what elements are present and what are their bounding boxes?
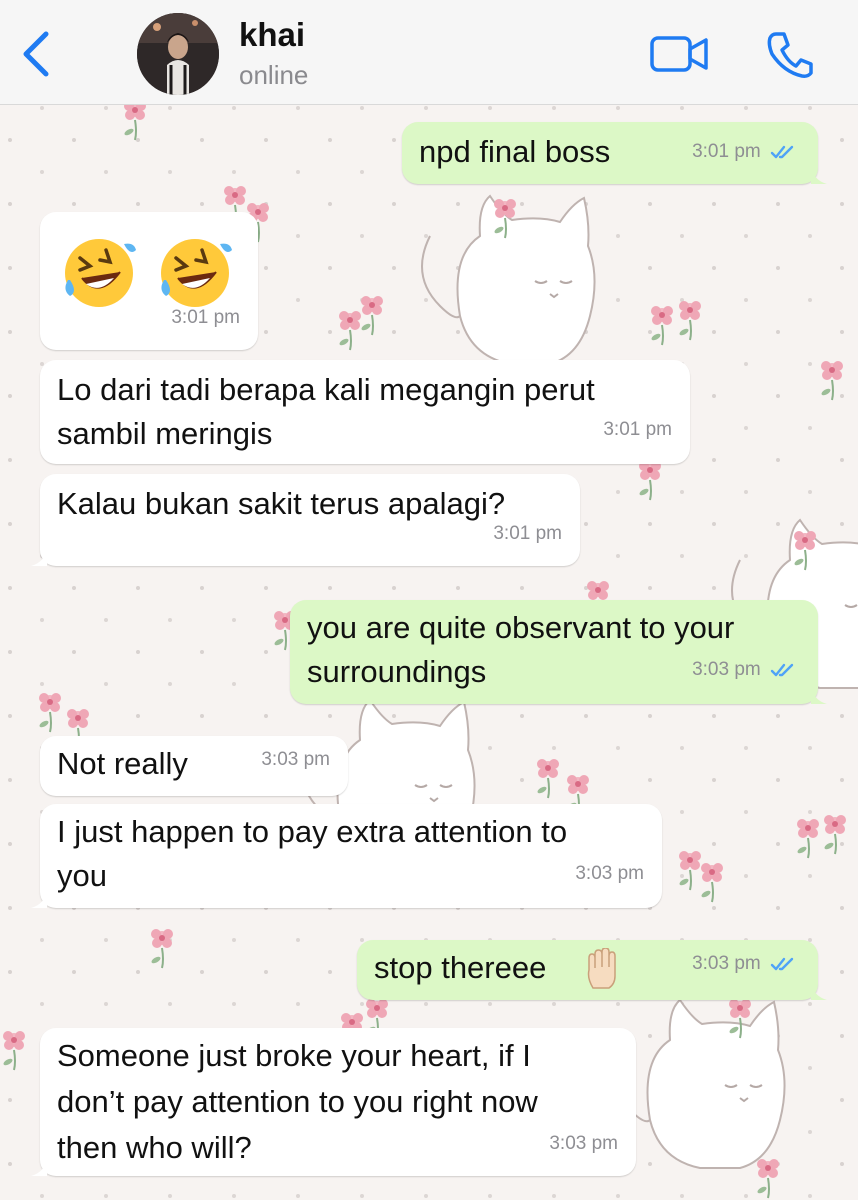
message-text-line: surroundings [307, 654, 487, 689]
video-camera-icon [650, 36, 708, 72]
contact-status: online [239, 60, 309, 90]
message-text-line: don’t pay attention to you right now [57, 1084, 538, 1119]
contact-name[interactable]: khai [239, 16, 305, 54]
message-time: 3:03 pm [692, 953, 761, 974]
message-bubble-outgoing[interactable]: stop thereee 3:03 pm [357, 940, 827, 1000]
bubble-tail [811, 686, 827, 704]
message-time: 3:01 pm [493, 523, 562, 544]
message-time: 3:03 pm [261, 749, 330, 770]
message-text: npd final boss [419, 134, 611, 169]
rolling-laughing-emoji-icon [65, 239, 136, 307]
video-call-button[interactable] [650, 34, 710, 74]
bubble-tail [811, 982, 827, 1000]
message-text-line: then who will? [57, 1130, 252, 1165]
message-text: stop thereee [374, 950, 547, 985]
message-time: 3:03 pm [692, 659, 761, 680]
avatar[interactable] [137, 13, 219, 95]
message-text: Not really [57, 746, 188, 781]
phone-icon [767, 32, 813, 78]
read-ticks-icon [770, 663, 794, 677]
bubble-tail [811, 166, 827, 184]
message-meta: 3:01 pm [692, 130, 798, 174]
message-text-line: Lo dari tadi berapa kali megangin perut [57, 372, 595, 407]
message-bubble-outgoing[interactable]: npd final boss 3:01 pm [402, 122, 827, 184]
message-text-line: Someone just broke your heart, if I [57, 1038, 531, 1073]
message-text-line: you are quite observant to your [307, 610, 735, 645]
message-time: 3:03 pm [575, 863, 644, 884]
bubble-tail [31, 1158, 47, 1176]
message-bubble-incoming[interactable]: Kalau bukan sakit terus apalagi? 3:01 pm [31, 474, 580, 566]
chevron-left-icon [23, 31, 49, 77]
read-ticks-icon [770, 145, 794, 159]
message-bubble-incoming[interactable]: Someone just broke your heart, if I don’… [31, 1028, 636, 1176]
message-text: Kalau bukan sakit terus apalagi? [57, 486, 506, 521]
message-time: 3:01 pm [692, 141, 761, 162]
message-meta: 3:03 pm [692, 648, 798, 692]
bubble-tail [31, 548, 47, 566]
message-bubble-incoming[interactable]: Not really 3:03 pm [40, 736, 348, 796]
message-bubble-incoming[interactable]: 3:01 pm [40, 212, 258, 350]
raised-hand-emoji-icon [587, 948, 616, 989]
chat-header: khai online [0, 0, 858, 105]
bubble-tail [31, 890, 47, 908]
message-time: 3:01 pm [171, 307, 240, 328]
message-time: 3:03 pm [549, 1133, 618, 1154]
contact-photo [137, 13, 219, 95]
message-text-line: sambil meringis [57, 416, 273, 451]
message-bubble-outgoing[interactable]: you are quite observant to your surround… [290, 600, 827, 704]
message-text-line: you [57, 858, 107, 893]
back-button[interactable] [14, 28, 58, 80]
read-ticks-icon [770, 957, 794, 971]
message-bubble-incoming[interactable]: I just happen to pay extra attention to … [31, 804, 662, 908]
voice-call-button[interactable] [764, 30, 814, 80]
message-bubble-incoming[interactable]: Lo dari tadi berapa kali megangin perut … [40, 360, 690, 464]
message-meta: 3:03 pm [692, 942, 798, 986]
message-text-line: I just happen to pay extra attention to [57, 814, 568, 849]
message-time: 3:01 pm [603, 419, 672, 440]
